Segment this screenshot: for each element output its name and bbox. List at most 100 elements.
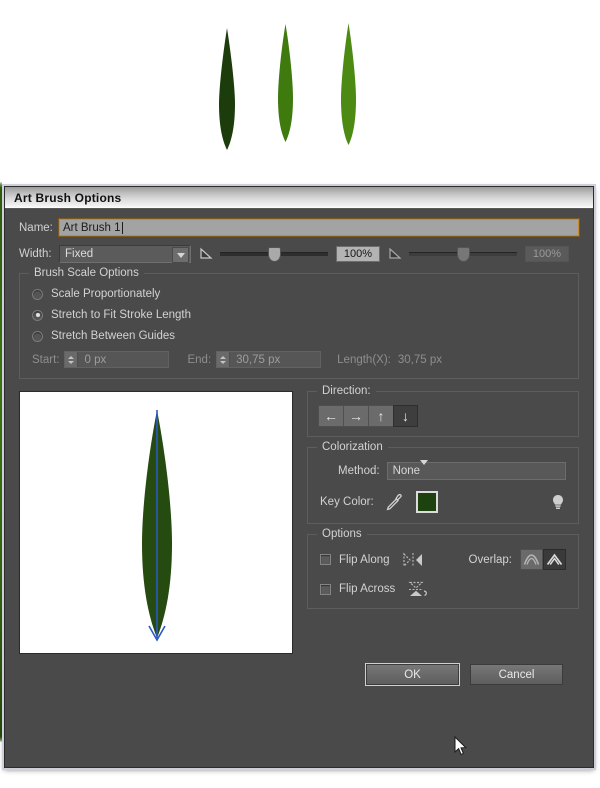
overlap-allow-button[interactable] [520, 549, 543, 570]
end-spinner-arrows[interactable] [217, 352, 231, 367]
flip-along-row: Flip Along Overlap: [320, 549, 566, 570]
brush-name-value: Art Brush 1 [63, 221, 121, 234]
end-value: 30,75 px [236, 353, 281, 366]
flip-across-row: Flip Across [320, 580, 566, 598]
leaf-dark-shape [219, 28, 235, 150]
artboard-canvas [0, 0, 600, 182]
radio-icon-stretch-between-guides[interactable] [32, 330, 43, 342]
direction-right-button[interactable]: → [343, 405, 368, 427]
radio-icon-scale-proportionately[interactable] [32, 288, 43, 300]
ok-button[interactable]: OK [365, 663, 460, 686]
overlap-buttons [520, 549, 566, 570]
direction-down-button[interactable]: ↓ [393, 405, 418, 427]
brush-scale-options-title: Brush Scale Options [29, 267, 144, 279]
options-title: Options [317, 528, 367, 540]
key-color-swatch[interactable] [415, 491, 438, 513]
direction-up-button[interactable]: ↑ [368, 405, 393, 427]
name-label: Name: [19, 221, 53, 234]
chevron-down-icon[interactable] [172, 247, 189, 263]
colorization-method-value: None [392, 465, 421, 477]
radio-label-scale-proportionately: Scale Proportionately [51, 288, 161, 300]
width-slider-2[interactable] [409, 246, 517, 262]
overlap-label: Overlap: [468, 553, 512, 566]
arrow-down-icon: ↓ [402, 408, 409, 424]
method-label: Method: [338, 465, 380, 477]
guides-fields-row: Start: 0 px End: 30,75 px Length(X): 30,… [32, 351, 566, 368]
width-select[interactable]: Fixed [59, 245, 191, 263]
width-slider-2-knob[interactable] [457, 246, 470, 262]
brush-preview [19, 391, 293, 654]
leaf-medium[interactable] [277, 24, 294, 142]
dialog-titlebar[interactable]: Art Brush Options [5, 187, 593, 209]
options-group: Options Flip Along Overlap: Flip Across [307, 528, 579, 609]
ok-button-label: OK [404, 668, 421, 681]
direction-group: Direction: ← → ↑ ↓ [307, 385, 579, 437]
flip-across-checkbox[interactable] [320, 583, 331, 595]
width-slider-1[interactable] [220, 246, 328, 262]
pen-pressure-icon [200, 247, 213, 259]
direction-title: Direction: [317, 385, 376, 397]
width-select-value: Fixed [65, 248, 94, 260]
end-stepper[interactable]: 30,75 px [216, 351, 322, 368]
arrow-right-icon: → [349, 408, 363, 424]
overlap-round-chevron-icon [523, 554, 540, 565]
brush-scale-options-group: Brush Scale Options Scale Proportionatel… [19, 267, 579, 379]
colorization-group: Colorization Method: None Key Color: [307, 441, 579, 524]
start-spinner-arrows[interactable] [65, 352, 79, 367]
radio-stretch-to-fit[interactable]: Stretch to Fit Stroke Length [32, 309, 566, 321]
width-value-1[interactable]: 100% [336, 246, 380, 262]
dialog-title: Art Brush Options [14, 190, 122, 205]
chevron-down-icon-method[interactable] [420, 460, 429, 477]
flip-across-icon [408, 581, 428, 597]
length-value: 30,75 px [397, 353, 442, 366]
end-label: End: [187, 353, 212, 366]
width-slider-1-knob[interactable] [268, 246, 281, 262]
flip-along-label: Flip Along [339, 553, 390, 566]
start-value: 0 px [84, 353, 107, 366]
art-brush-options-dialog: Art Brush Options Name: Art Brush 1 Widt… [4, 186, 594, 768]
radio-stretch-between-guides[interactable]: Stretch Between Guides [32, 330, 566, 342]
width-row: Width: Fixed 100% 100% [19, 245, 579, 263]
width-value-2[interactable]: 100% [525, 246, 569, 262]
start-stepper[interactable]: 0 px [64, 351, 170, 368]
radio-label-stretch-between-guides: Stretch Between Guides [51, 330, 176, 342]
overlap-prevent-button[interactable] [543, 549, 566, 570]
cancel-button[interactable]: Cancel [470, 664, 563, 685]
dialog-body: Name: Art Brush 1 Width: Fixed 100% 100%… [5, 209, 593, 693]
text-caret [121, 221, 123, 234]
right-column: Direction: ← → ↑ ↓ Colorization Method: … [307, 385, 579, 654]
colorization-method-select[interactable]: None [386, 460, 566, 480]
leaf-light[interactable] [340, 23, 357, 145]
flip-along-checkbox[interactable] [320, 554, 331, 565]
leaf-medium-shape [278, 24, 293, 142]
screen: Art Brush Options Name: Art Brush 1 Widt… [0, 0, 600, 788]
colorization-title: Colorization [317, 441, 388, 453]
brush-preview-art [142, 410, 172, 642]
key-color-row: Key Color: [320, 491, 566, 513]
arrow-up-icon: ↑ [377, 408, 385, 424]
radio-label-stretch-to-fit: Stretch to Fit Stroke Length [51, 309, 191, 321]
name-row: Name: Art Brush 1 [19, 218, 580, 237]
leaf-dark[interactable] [218, 28, 236, 150]
lightbulb-icon[interactable] [550, 492, 566, 512]
pen-pressure-icon-2 [389, 247, 402, 259]
radio-scale-proportionately[interactable]: Scale Proportionately [32, 288, 566, 300]
flip-along-icon [402, 552, 422, 567]
arrow-left-icon: ← [324, 408, 338, 424]
brush-name-input[interactable]: Art Brush 1 [58, 218, 580, 237]
dialog-footer: OK Cancel [19, 654, 579, 686]
flip-across-label: Flip Across [339, 583, 396, 595]
direction-left-button[interactable]: ← [318, 405, 343, 427]
direction-buttons: ← → ↑ ↓ [318, 405, 568, 427]
method-row: Method: None [320, 460, 566, 480]
lower-section: Direction: ← → ↑ ↓ Colorization Method: … [19, 385, 579, 654]
start-label: Start: [32, 353, 60, 366]
leaf-light-shape [341, 23, 356, 145]
key-color-label: Key Color: [320, 496, 374, 508]
radio-icon-stretch-to-fit[interactable] [32, 309, 43, 321]
length-label: Length(X): [337, 353, 391, 366]
overlap-sharp-chevron-icon [546, 553, 563, 566]
cancel-button-label: Cancel [498, 668, 535, 681]
width-label: Width: [19, 248, 52, 260]
eyedropper-icon[interactable] [384, 492, 404, 512]
